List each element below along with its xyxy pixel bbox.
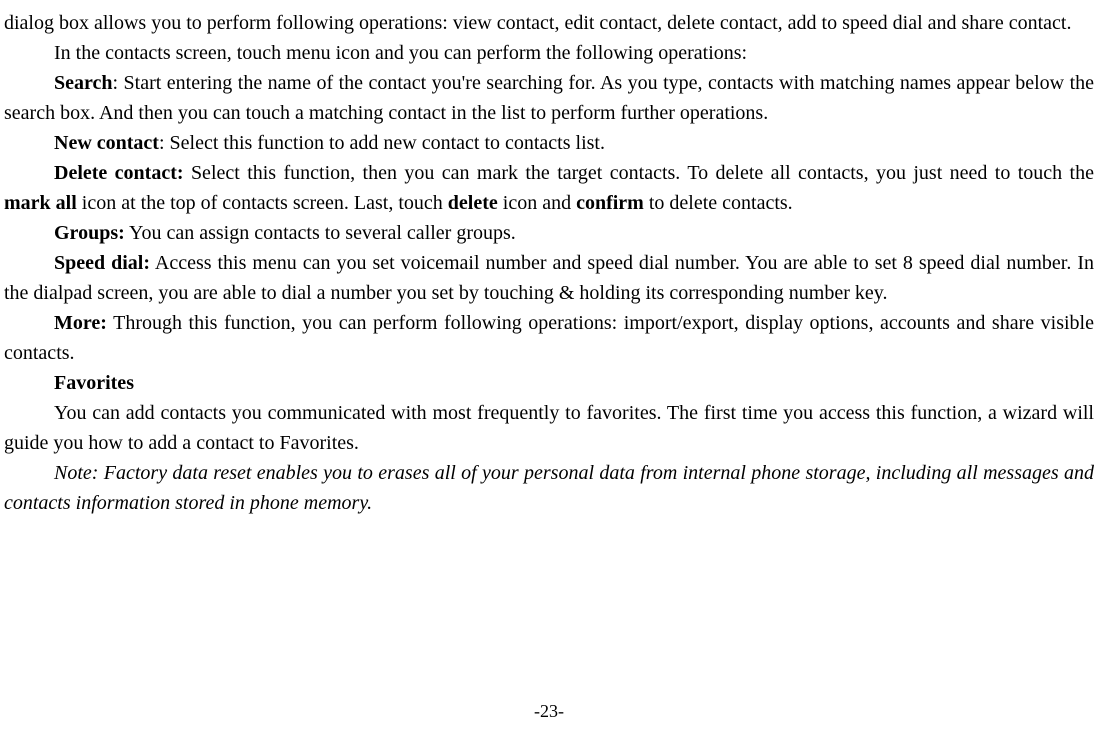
label-groups: Groups:	[54, 222, 125, 244]
paragraph-note: Note: Factory data reset enables you to …	[4, 458, 1094, 518]
paragraph-favorites-text: You can add contacts you communicated wi…	[4, 398, 1094, 458]
text-new-contact: : Select this function to add new contac…	[159, 132, 605, 154]
label-favorites: Favorites	[54, 372, 134, 394]
document-content: dialog box allows you to perform followi…	[4, 8, 1094, 518]
text-groups: You can assign contacts to several calle…	[125, 222, 516, 244]
label-speed-dial: Speed dial:	[54, 252, 150, 274]
label-mark-all: mark all	[4, 192, 77, 214]
paragraph-delete-contact: Delete contact: Select this function, th…	[4, 158, 1094, 218]
paragraph-search: Search: Start entering the name of the c…	[4, 68, 1094, 128]
text-delete-1: Select this function, then you can mark …	[184, 162, 1094, 184]
label-delete: delete	[448, 192, 498, 214]
label-delete-contact: Delete contact:	[54, 162, 184, 184]
paragraph-more: More: Through this function, you can per…	[4, 308, 1094, 368]
paragraph-menu-intro: In the contacts screen, touch menu icon …	[4, 38, 1094, 68]
text-search: : Start entering the name of the contact…	[4, 72, 1094, 124]
paragraph-favorites-heading: Favorites	[4, 368, 1094, 398]
label-search: Search	[54, 72, 113, 94]
label-new-contact: New contact	[54, 132, 159, 154]
text-more: Through this function, you can perform f…	[4, 312, 1094, 364]
page-number: -23-	[0, 698, 1098, 725]
paragraph-new-contact: New contact: Select this function to add…	[4, 128, 1094, 158]
text-delete-3: icon and	[498, 192, 576, 214]
text-speed-dial: Access this menu can you set voicemail n…	[4, 252, 1094, 304]
paragraph-intro: dialog box allows you to perform followi…	[4, 8, 1094, 38]
paragraph-speed-dial: Speed dial: Access this menu can you set…	[4, 248, 1094, 308]
label-confirm: confirm	[576, 192, 644, 214]
text-delete-2: icon at the top of contacts screen. Last…	[77, 192, 448, 214]
paragraph-groups: Groups: You can assign contacts to sever…	[4, 218, 1094, 248]
text-delete-4: to delete contacts.	[644, 192, 793, 214]
label-more: More:	[54, 312, 107, 334]
